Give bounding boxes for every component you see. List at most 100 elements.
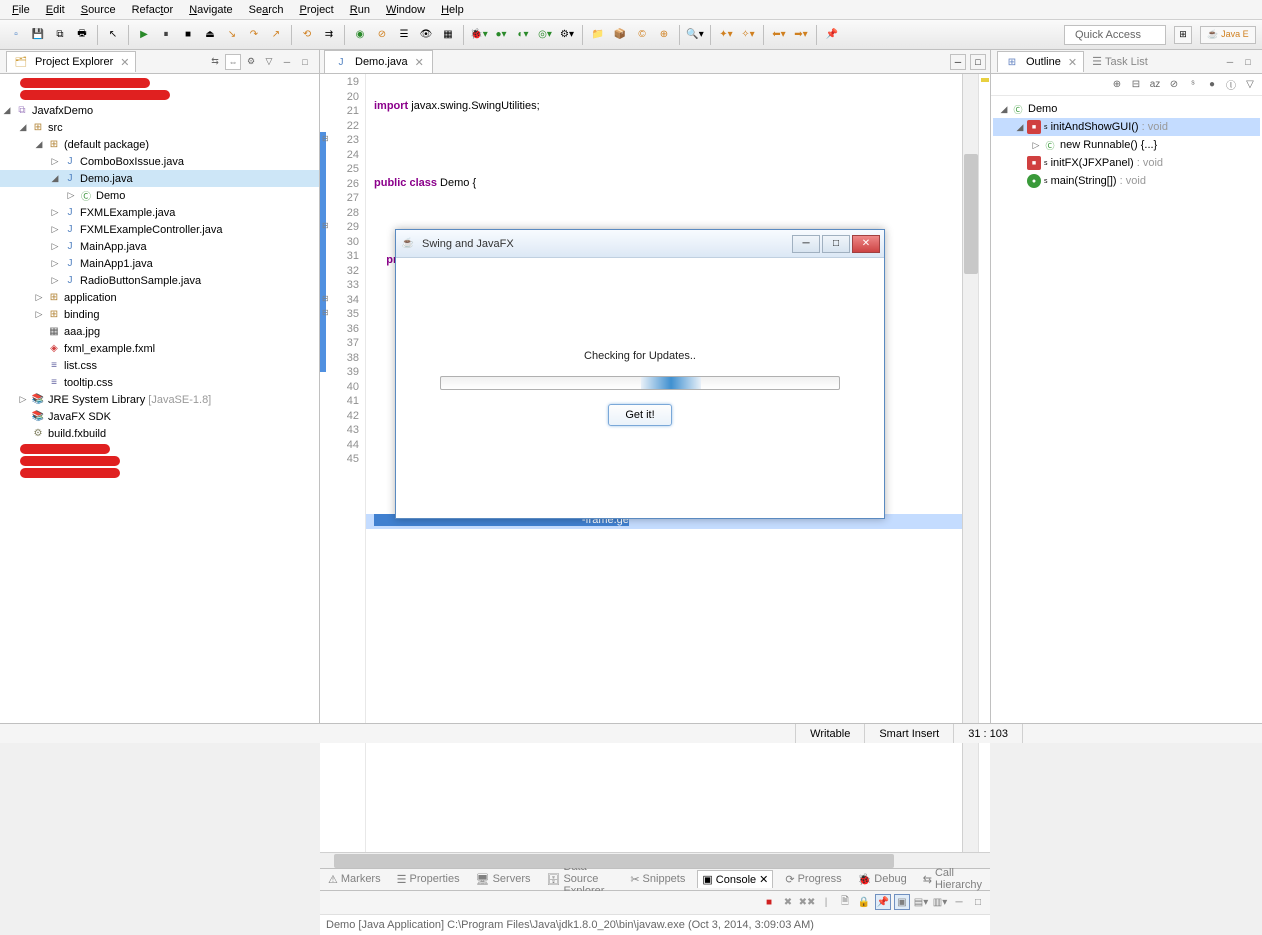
editor-tab-demo[interactable]: J Demo.java ✕ xyxy=(324,50,433,73)
tab-servers[interactable]: 🖥 Servers xyxy=(472,871,535,888)
stop-icon[interactable]: ■ xyxy=(178,25,198,45)
tasklist-tab[interactable]: Task List xyxy=(1105,56,1148,68)
step-return-icon[interactable]: ↗ xyxy=(266,25,286,45)
file-node[interactable]: tooltip.css xyxy=(64,377,117,389)
hide-fields-icon[interactable]: ⊘ xyxy=(1166,76,1182,92)
outline-class[interactable]: Demo xyxy=(1028,103,1057,115)
remove-icon[interactable]: ✖ xyxy=(780,894,796,910)
minimize-icon[interactable]: ─ xyxy=(279,54,295,70)
menu-edit[interactable]: Edit xyxy=(38,2,73,18)
debug-icon[interactable]: 🐞▾ xyxy=(469,25,489,45)
ext-tools-icon[interactable]: ⚙▾ xyxy=(557,25,577,45)
close-tab-icon[interactable]: ✕ xyxy=(415,56,424,69)
close-window-icon[interactable]: ✕ xyxy=(852,235,880,253)
menu-window[interactable]: Window xyxy=(378,2,433,18)
tab-debug[interactable]: 🐞 Debug xyxy=(854,871,911,888)
tab-callhier[interactable]: ⇆ Call Hierarchy xyxy=(919,865,986,893)
print-icon[interactable]: 🖶 xyxy=(72,25,92,45)
link-editor-icon[interactable]: ⇔ xyxy=(225,54,241,70)
hide-nonpublic-icon[interactable]: ● xyxy=(1204,76,1220,92)
package-node[interactable]: binding xyxy=(64,309,103,321)
class-node[interactable]: Demo xyxy=(96,190,129,202)
menu-run[interactable]: Run xyxy=(342,2,378,18)
view-menu-icon[interactable]: ▽ xyxy=(261,54,277,70)
collapse-all-icon[interactable]: ⇆ xyxy=(207,54,223,70)
clear-icon[interactable]: 🗎 xyxy=(837,894,853,910)
hide-local-icon[interactable]: ⓛ xyxy=(1223,76,1239,92)
tab-properties[interactable]: ☰ Properties xyxy=(393,871,464,888)
menu-refactor[interactable]: Refactor xyxy=(124,2,182,18)
drop-frame-icon[interactable]: ⟲ xyxy=(297,25,317,45)
maximize-icon[interactable]: □ xyxy=(970,54,986,70)
menu-navigate[interactable]: Navigate xyxy=(181,2,240,18)
pointer-icon[interactable]: ↖ xyxy=(103,25,123,45)
display-icon[interactable]: ▤▾ xyxy=(913,894,929,910)
scroll-lock-icon[interactable]: 🔒 xyxy=(856,894,872,910)
expr-icon[interactable]: ☰ xyxy=(394,25,414,45)
file-node[interactable]: FXMLExampleController.java xyxy=(80,224,226,236)
sort-icon[interactable]: ⊟ xyxy=(1128,76,1144,92)
breakpoint-icon[interactable]: ◉ xyxy=(350,25,370,45)
tab-markers[interactable]: ⚠ Markers xyxy=(324,871,385,888)
editor-h-scrollbar[interactable] xyxy=(320,852,990,868)
build-node[interactable]: build.fxbuild xyxy=(48,428,110,440)
menu-project[interactable]: Project xyxy=(292,2,342,18)
terminate-icon[interactable]: ■ xyxy=(761,894,777,910)
src-node[interactable]: src xyxy=(48,122,67,134)
project-node[interactable]: JavafxDemo xyxy=(32,105,97,117)
resume-icon[interactable]: ▶ xyxy=(134,25,154,45)
pin-console-icon[interactable]: 📌 xyxy=(875,894,891,910)
save-icon[interactable]: 💾 xyxy=(28,25,48,45)
close-tab-icon[interactable]: ✕ xyxy=(1068,56,1077,69)
maximize-icon[interactable]: □ xyxy=(297,54,313,70)
open-type-icon[interactable]: ⊕ xyxy=(654,25,674,45)
package-node[interactable]: application xyxy=(64,292,121,304)
search-icon[interactable]: 🔍▾ xyxy=(685,25,705,45)
fwd-icon[interactable]: ➡▾ xyxy=(791,25,811,45)
outline-method[interactable]: initFX(JFXPanel) : void xyxy=(1051,157,1164,169)
new-proj-icon[interactable]: 📁 xyxy=(588,25,608,45)
file-node[interactable]: MainApp.java xyxy=(80,241,151,253)
nav2-icon[interactable]: ✧▾ xyxy=(738,25,758,45)
new-icon[interactable]: ▫ xyxy=(6,25,26,45)
run-last-icon[interactable]: ◎▾ xyxy=(535,25,555,45)
back-icon[interactable]: ⬅▾ xyxy=(769,25,789,45)
outline-anon[interactable]: new Runnable() {...} xyxy=(1060,139,1157,151)
outline-method[interactable]: main(String[]) : void xyxy=(1051,175,1146,187)
skip-bp-icon[interactable]: ⊘ xyxy=(372,25,392,45)
minimize-icon[interactable]: ─ xyxy=(1222,54,1238,70)
perspective-open-icon[interactable]: ⊞ xyxy=(1174,26,1192,44)
new-class-icon[interactable]: © xyxy=(632,25,652,45)
toggle-icon[interactable]: ▦ xyxy=(438,25,458,45)
file-node[interactable]: RadioButtonSample.java xyxy=(80,275,205,287)
package-node[interactable]: (default package) xyxy=(64,139,153,151)
open-console-icon[interactable]: ▥▾ xyxy=(932,894,948,910)
focus-icon[interactable]: ⊕ xyxy=(1109,76,1125,92)
view-menu-icon[interactable]: ▽ xyxy=(1242,76,1258,92)
watch-icon[interactable]: 👁 xyxy=(416,25,436,45)
file-node[interactable]: list.css xyxy=(64,360,101,372)
step-filters-icon[interactable]: ⇉ xyxy=(319,25,339,45)
pin-icon[interactable]: 📌 xyxy=(822,25,842,45)
get-it-button[interactable]: Get it! xyxy=(608,404,671,426)
focus-task-icon[interactable]: ⚙ xyxy=(243,54,259,70)
sdk-node[interactable]: JavaFX SDK xyxy=(48,411,115,423)
file-demo-node[interactable]: Demo.java xyxy=(80,173,137,185)
tab-snippets[interactable]: ✂ Snippets xyxy=(626,871,689,888)
project-explorer-tab[interactable]: 🗂 Project Explorer ✕ xyxy=(6,51,136,72)
jre-node[interactable]: JRE System Library [JavaSE-1.8] xyxy=(48,394,215,406)
minimize-icon[interactable]: ─ xyxy=(950,54,966,70)
menu-search[interactable]: Search xyxy=(241,2,292,18)
outline-tab[interactable]: ⊞ Outline ✕ xyxy=(997,51,1084,72)
coverage-icon[interactable]: ◐▾ xyxy=(513,25,533,45)
maximize-window-icon[interactable]: □ xyxy=(822,235,850,253)
menu-source[interactable]: Source xyxy=(73,2,124,18)
disconnect-icon[interactable]: ⏏ xyxy=(200,25,220,45)
hide-static-icon[interactable]: ˢ xyxy=(1185,76,1201,92)
show-console-icon[interactable]: ▣ xyxy=(894,894,910,910)
menu-file[interactable]: File xyxy=(4,2,38,18)
file-node[interactable]: aaa.jpg xyxy=(64,326,104,338)
maximize-icon[interactable]: □ xyxy=(970,894,986,910)
file-node[interactable]: fxml_example.fxml xyxy=(64,343,159,355)
tab-console[interactable]: ▣ Console ✕ xyxy=(697,870,773,888)
